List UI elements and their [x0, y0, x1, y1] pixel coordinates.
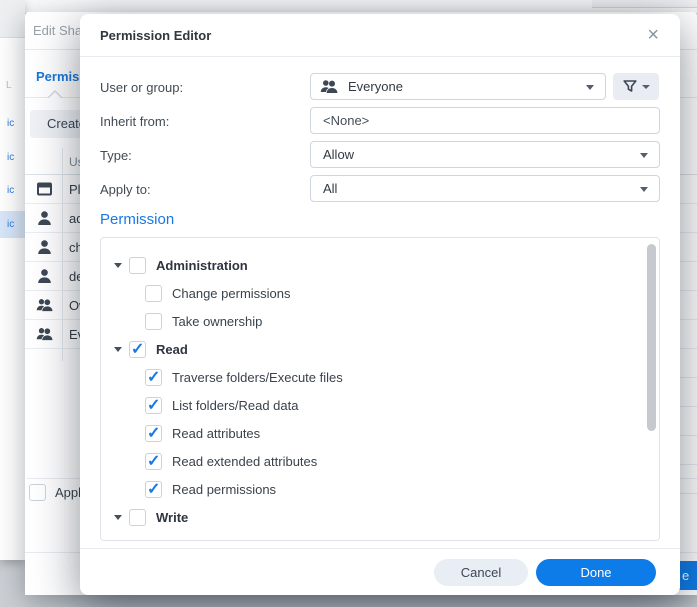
truncated-link-fragment[interactable]: ic: [0, 210, 25, 238]
tab-permissions[interactable]: Permiss: [36, 69, 87, 84]
expand-arrow-icon[interactable]: [114, 346, 122, 352]
permission-tree-row: Read permissions: [101, 475, 659, 503]
apply-checkbox-row: Appl: [29, 484, 81, 501]
permission-label: Write: [156, 509, 189, 525]
far-background-window: L ic ic ic ic: [0, 0, 25, 560]
permission-tree-row: Read attributes: [101, 419, 659, 447]
permission-section-heading: Permission: [100, 211, 175, 228]
permission-label: Read attributes: [172, 425, 261, 441]
user-or-group-combobox[interactable]: Everyone: [310, 73, 606, 100]
dialog-header: Permission Editor ×: [80, 14, 680, 57]
window-title: Edit Shar: [33, 23, 87, 38]
screen: L ic ic ic ic Edit Shar Permiss Create U…: [0, 0, 697, 607]
permission-checkbox[interactable]: [129, 508, 146, 526]
user-or-group-label: User or group:: [100, 80, 184, 95]
user-or-group-value: Everyone: [348, 79, 403, 94]
permission-tree-row: Read extended attributes: [101, 447, 659, 475]
close-icon[interactable]: ×: [647, 24, 659, 46]
group-icon: [320, 79, 338, 94]
user-icon: [36, 268, 53, 284]
apply-to-value: All: [323, 181, 338, 196]
group-icon: [36, 326, 53, 342]
permission-label: Read: [156, 341, 188, 357]
permission-tree-row: [101, 534, 659, 540]
permission-tree-row: Administration: [101, 251, 659, 279]
permission-label: Administration: [156, 257, 248, 273]
permission-editor-dialog: Permission Editor × User or group: Every…: [80, 14, 680, 595]
truncated-text-fragment: L: [6, 80, 12, 91]
permission-tree-row: Take ownership: [101, 307, 659, 335]
dialog-title: Permission Editor: [100, 28, 212, 43]
scrollbar-thumb[interactable]: [647, 244, 656, 431]
done-button[interactable]: Done: [536, 559, 656, 586]
chevron-down-icon: [640, 187, 648, 192]
truncated-link-fragment[interactable]: ic: [0, 110, 25, 137]
cancel-button[interactable]: Cancel: [434, 559, 528, 586]
permission-checkbox[interactable]: [145, 395, 162, 415]
window-icon: [36, 181, 53, 197]
permission-checkbox[interactable]: [129, 256, 146, 274]
permission-label: Read permissions: [172, 481, 277, 497]
far-window-header: [0, 0, 25, 38]
permission-checkbox[interactable]: [145, 423, 162, 443]
permission-label: Read extended attributes: [172, 453, 318, 469]
active-tab-notch: [47, 90, 63, 98]
chevron-down-icon: [640, 153, 648, 158]
apply-checkbox[interactable]: [29, 484, 46, 501]
permission-tree-row: Change permissions: [101, 279, 659, 307]
apply-to-select[interactable]: All: [310, 175, 660, 202]
truncated-link-fragment[interactable]: ic: [0, 177, 25, 204]
permission-checkbox[interactable]: [129, 339, 146, 359]
background-window-fragment: [592, 0, 697, 8]
dialog-footer-separator: [80, 548, 680, 549]
expand-arrow-icon[interactable]: [114, 514, 122, 520]
type-select[interactable]: Allow: [310, 141, 660, 168]
user-icon: [36, 239, 53, 255]
permission-label: List folders/Read data: [172, 397, 299, 413]
permission-checkbox[interactable]: [145, 539, 162, 540]
user-icon: [36, 210, 53, 226]
permission-tree-row: Traverse folders/Execute files: [101, 363, 659, 391]
chevron-down-icon: [586, 85, 594, 90]
permission-checkbox[interactable]: [145, 367, 162, 387]
permission-checkbox[interactable]: [145, 312, 162, 330]
apply-checkbox-label: Appl: [55, 485, 82, 500]
permission-tree-row: Read: [101, 335, 659, 363]
permission-tree-row: Write: [101, 503, 659, 531]
table-column-separator: [62, 148, 63, 361]
group-icon: [36, 297, 53, 313]
inherit-from-label: Inherit from:: [100, 114, 170, 129]
truncated-link-fragment[interactable]: ic: [0, 144, 25, 171]
permission-checkbox[interactable]: [145, 479, 162, 499]
type-label: Type:: [100, 148, 132, 163]
apply-to-label: Apply to:: [100, 182, 151, 197]
permission-checkbox[interactable]: [145, 451, 162, 471]
permission-checkbox[interactable]: [145, 284, 162, 302]
permission-label: Change permissions: [172, 285, 291, 301]
filter-button[interactable]: [613, 73, 659, 100]
expand-arrow-icon[interactable]: [114, 262, 122, 268]
permission-label: Take ownership: [172, 313, 263, 329]
permission-label: Traverse folders/Execute files: [172, 369, 343, 385]
permission-tree: Administration Change permissions Take o…: [100, 237, 660, 541]
inherit-from-input[interactable]: [310, 107, 660, 134]
chevron-down-icon: [641, 84, 650, 89]
type-value: Allow: [323, 147, 355, 162]
permission-tree-row: List folders/Read data: [101, 391, 659, 419]
funnel-icon: [622, 80, 637, 92]
